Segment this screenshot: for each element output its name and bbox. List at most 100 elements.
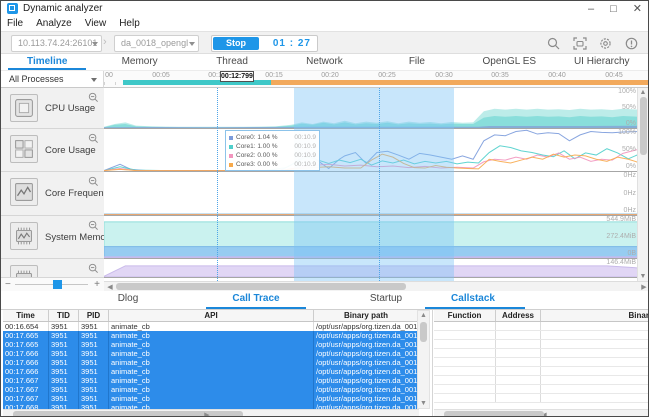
scroll-up-icon[interactable]: ▲ [638, 89, 648, 96]
scrollbar-thumb[interactable] [420, 322, 427, 342]
tab-ui-hierarchy[interactable]: UI Hierarchy [556, 54, 648, 70]
scroll-right-icon[interactable]: ▶ [0, 411, 415, 417]
table-row[interactable]: 00:17.66539513951animate_cb/opt/usr/apps… [3, 331, 419, 340]
scroll-right-icon[interactable]: ▶ [640, 283, 648, 291]
zoom-out-button[interactable] [88, 174, 99, 185]
zoom-out-button[interactable] [88, 261, 99, 272]
scrollbar-thumb[interactable] [116, 283, 406, 290]
sidebar-row-process-memory[interactable] [1, 259, 104, 278]
table-row-empty [434, 340, 649, 349]
axis-label: 0Hz [624, 172, 636, 179]
ruler-tick: 00:20 [321, 72, 339, 79]
table-cell [496, 394, 541, 402]
cursor-time-box[interactable]: 00:12:799 [220, 71, 254, 82]
tab-call-trace[interactable]: Call Trace [232, 293, 279, 304]
zoom-out-button[interactable] [88, 131, 99, 142]
sidebar-row-system-memory[interactable]: System Memory [1, 216, 104, 259]
minimize-button[interactable]: – [588, 4, 594, 14]
device-select[interactable]: 10.113.74.24:26101 [11, 35, 102, 52]
zoom-slider[interactable]: − + [1, 278, 104, 291]
ruler-remaining-bar [271, 80, 649, 85]
sidebar-row-cpu-usage[interactable]: CPU Usage [1, 88, 104, 129]
table-row[interactable]: 00:17.66539513951animate_cb/opt/usr/apps… [3, 340, 419, 349]
screenshot-icon[interactable] [571, 35, 588, 52]
chevron-down-icon [92, 42, 98, 46]
table-cell [541, 358, 649, 366]
tab-callstack[interactable]: Callstack [451, 293, 495, 304]
column-header-tid[interactable]: TID [49, 310, 79, 321]
zoom-slider-thumb[interactable] [53, 280, 62, 289]
tab-file[interactable]: File [371, 54, 463, 70]
axis-label: 0Hz [624, 190, 636, 197]
tab-memory[interactable]: Memory [93, 54, 185, 70]
table-row[interactable]: 00:16.65439513951animate_cb/opt/usr/apps… [3, 322, 419, 331]
table-cell: 3951 [79, 358, 109, 367]
table-row[interactable]: 00:17.66639513951animate_cb/opt/usr/apps… [3, 358, 419, 367]
column-header-binary-path[interactable]: Binary path [541, 310, 649, 321]
tab-timeline[interactable]: Timeline [1, 54, 93, 70]
table-cell: 3951 [49, 340, 79, 349]
table-cell: 3951 [79, 394, 109, 403]
tab-network[interactable]: Network [278, 54, 370, 70]
info-icon[interactable] [623, 35, 640, 52]
process-filter-select[interactable]: All Processes [1, 71, 104, 88]
callstack-horizontal-scrollbar[interactable]: ◀ [434, 409, 649, 417]
column-header-api[interactable]: API [109, 310, 314, 321]
menu-item-file[interactable]: File [7, 18, 23, 29]
app-select[interactable]: da_0018_opengl [114, 35, 199, 52]
zoom-plus[interactable]: + [94, 278, 100, 291]
table-cell: 3951 [49, 367, 79, 376]
table-cell [541, 322, 649, 330]
column-header-time[interactable]: Time [3, 310, 49, 321]
table-vertical-scrollbar[interactable]: ▲ ▼ [417, 310, 430, 409]
tab-dlog[interactable]: Dlog [118, 293, 139, 304]
table-horizontal-scrollbar[interactable]: ◀ ▶ [3, 409, 419, 417]
table-row[interactable]: 00:17.66639513951animate_cb/opt/usr/apps… [3, 349, 419, 358]
zoom-out-button[interactable] [88, 218, 99, 229]
charts-horizontal-scrollbar[interactable]: ◀ ▶ [104, 281, 649, 291]
table-row[interactable]: 00:17.66639513951animate_cb/opt/usr/apps… [3, 367, 419, 376]
table-row[interactable]: 00:17.66739513951animate_cb/opt/usr/apps… [3, 394, 419, 403]
search-icon[interactable] [545, 35, 562, 52]
menu-item-help[interactable]: Help [119, 18, 140, 29]
ruler-tick: 00:05 [152, 72, 170, 79]
table-row[interactable]: 00:17.66739513951animate_cb/opt/usr/apps… [3, 385, 419, 394]
column-header-binary-path[interactable]: Binary path [314, 310, 419, 321]
stop-button[interactable]: Stop [213, 37, 259, 50]
timeline-ruler[interactable]: 00:12:799 0000:0500:1000:1500:2000:2500:… [104, 71, 649, 88]
timeline-content: − + CPU UsageCore UsageCore FrequencySys… [1, 88, 648, 291]
menu-item-analyze[interactable]: Analyze [36, 18, 72, 29]
zoom-slider-track[interactable] [15, 284, 88, 285]
scrollbar-thumb[interactable] [640, 97, 647, 155]
menu-item-view[interactable]: View [85, 18, 107, 29]
close-button[interactable]: ✕ [633, 4, 642, 14]
table-row[interactable]: 00:17.66739513951animate_cb/opt/usr/apps… [3, 376, 419, 385]
scrollbar-thumb[interactable] [444, 411, 544, 417]
tab-thread[interactable]: Thread [186, 54, 278, 70]
table-cell: 3951 [49, 394, 79, 403]
scroll-down-icon[interactable]: ▼ [638, 273, 648, 280]
scroll-left-icon[interactable]: ◀ [106, 283, 114, 291]
table-cell: animate_cb [109, 367, 314, 376]
column-header-function[interactable]: Function [434, 310, 496, 321]
scroll-up-icon[interactable]: ▲ [418, 312, 429, 319]
tab-startup[interactable]: Startup [370, 293, 402, 304]
table-cell [434, 376, 496, 384]
column-header-pid[interactable]: PID [79, 310, 109, 321]
table-cell: 3951 [49, 349, 79, 358]
selection-band[interactable] [294, 88, 454, 281]
sidebar-row-core-usage[interactable]: Core Usage [1, 129, 104, 172]
maximize-button[interactable]: □ [610, 4, 617, 14]
scroll-down-icon[interactable]: ▼ [418, 400, 429, 407]
column-header-address[interactable]: Address [496, 310, 541, 321]
tab-opengl-es[interactable]: OpenGL ES [463, 54, 555, 70]
zoom-minus[interactable]: − [5, 278, 11, 291]
chart-area[interactable]: Core0: 1.04 %00:10.9Core1: 1.00 %00:10.9… [104, 88, 639, 281]
tooltip-row: Core2: 0.00 %00:10.9 [229, 151, 316, 160]
sidebar-row-core-frequency[interactable]: Core Frequency [1, 172, 104, 216]
zoom-out-button[interactable] [88, 90, 99, 101]
table-cell: /opt/usr/apps/org.tizen.da_0018_opengl/b… [314, 349, 419, 358]
charts-vertical-scrollbar[interactable]: ▲ ▼ [637, 88, 648, 281]
table-cell [541, 376, 649, 384]
settings-icon[interactable] [597, 35, 614, 52]
